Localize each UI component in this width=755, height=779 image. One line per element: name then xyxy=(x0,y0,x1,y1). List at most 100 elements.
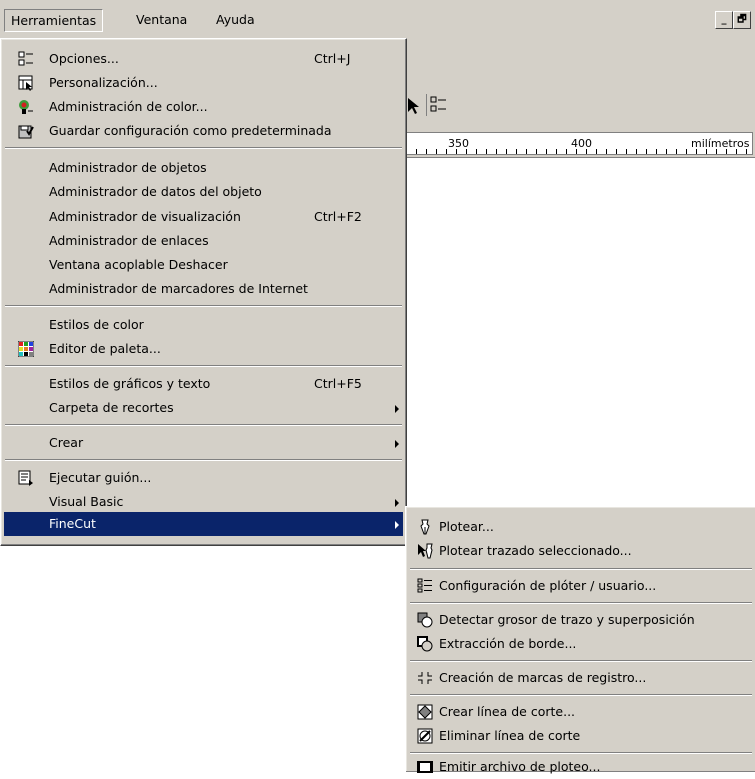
output-plot-file-icon xyxy=(417,761,433,773)
toolbar-divider xyxy=(426,94,427,116)
submenu-item-label: Emitir archivo de ploteo... xyxy=(439,759,601,774)
ruler-ticks xyxy=(406,146,752,154)
submenu-arrow-icon xyxy=(395,405,399,413)
submenu-item-plotear-seleccionado[interactable]: Plotear trazado seleccionado... xyxy=(409,539,753,563)
menu-item-label: Estilos de gráficos y texto xyxy=(49,376,211,391)
menu-separator xyxy=(5,305,402,307)
menu-item-shortcut: Ctrl+J xyxy=(314,51,351,66)
menu-separator xyxy=(410,602,752,604)
menu-item-label: Ventana acoplable Deshacer xyxy=(49,257,228,272)
menu-item-label: Administrador de objetos xyxy=(49,160,207,175)
color-management-icon xyxy=(19,100,33,114)
menu-item-label: Ejecutar guión... xyxy=(49,470,152,485)
menu-item-label: Carpeta de recortes xyxy=(49,400,174,415)
horizontal-ruler: 350 400 milímetros xyxy=(405,130,755,158)
menu-separator xyxy=(410,752,752,754)
menu-item-administrador-visualizacion[interactable]: Administrador de visualización Ctrl+F2 xyxy=(4,205,403,229)
menu-item-estilos-color[interactable]: Estilos de color xyxy=(4,313,403,337)
menu-item-label: Visual Basic xyxy=(49,494,124,509)
submenu-arrow-icon xyxy=(395,499,399,507)
menu-ayuda[interactable]: Ayuda xyxy=(210,9,261,30)
menu-ventana-label: Ventana xyxy=(136,12,188,27)
restore-button[interactable]: 🗗 xyxy=(733,11,751,29)
menu-herramientas[interactable]: Herramientas xyxy=(4,9,104,32)
menu-herramientas-label: Herramientas xyxy=(11,13,97,28)
menu-item-label: Administrador de datos del objeto xyxy=(49,184,262,199)
customize-icon xyxy=(18,75,33,91)
menu-item-opciones[interactable]: Opciones... Ctrl+J xyxy=(4,47,403,71)
submenu-item-label: Configuración de plóter / usuario... xyxy=(439,578,657,593)
menu-item-finecut[interactable]: FineCut xyxy=(4,512,403,536)
submenu-item-label: Eliminar línea de corte xyxy=(439,728,581,743)
menu-ventana[interactable]: Ventana xyxy=(130,9,193,30)
menu-item-editor-paleta[interactable]: Editor de paleta... xyxy=(4,337,403,361)
menu-bar: Herramientas Ventana Ayuda _ 🗗 xyxy=(0,0,755,38)
create-cutline-icon xyxy=(417,704,433,720)
menu-item-label: Opciones... xyxy=(49,51,119,66)
submenu-item-label: Plotear trazado seleccionado... xyxy=(439,543,632,558)
submenu-item-marcas-registro[interactable]: Creación de marcas de registro... xyxy=(409,666,753,690)
delete-cutline-icon xyxy=(417,728,433,744)
menu-item-visual-basic[interactable]: Visual Basic xyxy=(4,490,403,514)
herramientas-menu: Opciones... Ctrl+J Personalización... Ad… xyxy=(0,38,407,546)
menu-item-estilos-graficos-texto[interactable]: Estilos de gráficos y texto Ctrl+F5 xyxy=(4,372,403,396)
submenu-item-extraccion-borde[interactable]: Extracción de borde... xyxy=(409,632,753,656)
register-marks-icon xyxy=(418,672,432,684)
minimize-button[interactable]: _ xyxy=(715,11,733,29)
menu-item-administrador-objetos[interactable]: Administrador de objetos xyxy=(4,156,403,180)
menu-item-guardar-configuracion[interactable]: Guardar configuración como predeterminad… xyxy=(4,119,403,143)
submenu-item-crear-linea-corte[interactable]: Crear línea de corte... xyxy=(409,700,753,724)
menu-item-label: Editor de paleta... xyxy=(49,341,161,356)
toolbar-area xyxy=(405,38,755,130)
menu-item-personalizacion[interactable]: Personalización... xyxy=(4,71,403,95)
menu-item-administrador-enlaces[interactable]: Administrador de enlaces xyxy=(4,229,403,253)
menu-item-label: Crear xyxy=(49,435,84,450)
palette-editor-icon xyxy=(18,341,34,357)
submenu-item-eliminar-linea-corte[interactable]: Eliminar línea de corte xyxy=(409,724,753,748)
menu-item-shortcut: Ctrl+F2 xyxy=(314,209,362,224)
menu-item-label: Administrador de enlaces xyxy=(49,233,209,248)
submenu-item-label: Creación de marcas de registro... xyxy=(439,670,647,685)
plot-selected-icon xyxy=(418,543,433,559)
submenu-item-plotear[interactable]: Plotear... xyxy=(409,515,753,539)
menu-ayuda-label: Ayuda xyxy=(216,12,255,27)
menu-separator xyxy=(410,568,752,570)
options-list-icon[interactable] xyxy=(430,96,448,114)
menu-item-label: Personalización... xyxy=(49,75,158,90)
menu-item-administrador-datos[interactable]: Administrador de datos del objeto xyxy=(4,180,403,204)
menu-separator xyxy=(410,694,752,696)
ruler-body: 350 400 milímetros xyxy=(405,132,753,155)
menu-item-ejecutar-guion[interactable]: Ejecutar guión... xyxy=(4,466,403,490)
menu-separator xyxy=(5,459,402,461)
menu-item-ventana-deshacer[interactable]: Ventana acoplable Deshacer xyxy=(4,253,403,277)
menu-item-marcadores-internet[interactable]: Administrador de marcadores de Internet xyxy=(4,277,403,301)
submenu-item-label: Plotear... xyxy=(439,519,494,534)
plot-pen-icon xyxy=(420,519,430,535)
menu-item-label: Administrador de visualización xyxy=(49,209,241,224)
menu-separator xyxy=(5,147,402,149)
menu-separator xyxy=(410,660,752,662)
submenu-item-label: Detectar grosor de trazo y superposición xyxy=(439,612,695,627)
menu-item-label: Administración de color... xyxy=(49,99,208,114)
submenu-item-configuracion-ploter[interactable]: Configuración de plóter / usuario... xyxy=(409,574,753,598)
menu-separator xyxy=(5,424,402,426)
menu-item-label: Estilos de color xyxy=(49,317,144,332)
submenu-item-detectar-grosor[interactable]: Detectar grosor de trazo y superposición xyxy=(409,608,753,632)
submenu-item-label: Crear línea de corte... xyxy=(439,704,576,719)
submenu-arrow-icon xyxy=(395,521,399,529)
menu-item-label: Guardar configuración como predeterminad… xyxy=(49,123,332,138)
edge-extraction-icon xyxy=(417,636,433,652)
menu-separator xyxy=(5,365,402,367)
submenu-arrow-icon xyxy=(395,440,399,448)
menu-item-crear[interactable]: Crear xyxy=(4,431,403,455)
menu-item-administracion-color[interactable]: Administración de color... xyxy=(4,95,403,119)
plotter-settings-icon xyxy=(417,578,432,593)
menu-item-carpeta-recortes[interactable]: Carpeta de recortes xyxy=(4,396,403,420)
menu-item-label: FineCut xyxy=(49,516,96,531)
pick-tool-icon[interactable] xyxy=(405,96,425,116)
submenu-item-emitir-archivo[interactable]: Emitir archivo de ploteo... xyxy=(409,755,753,779)
options-icon xyxy=(18,51,33,66)
finecut-submenu: Plotear... Plotear trazado seleccionado.… xyxy=(405,506,755,774)
menu-item-label: Administrador de marcadores de Internet xyxy=(49,281,308,296)
submenu-item-label: Extracción de borde... xyxy=(439,636,577,651)
